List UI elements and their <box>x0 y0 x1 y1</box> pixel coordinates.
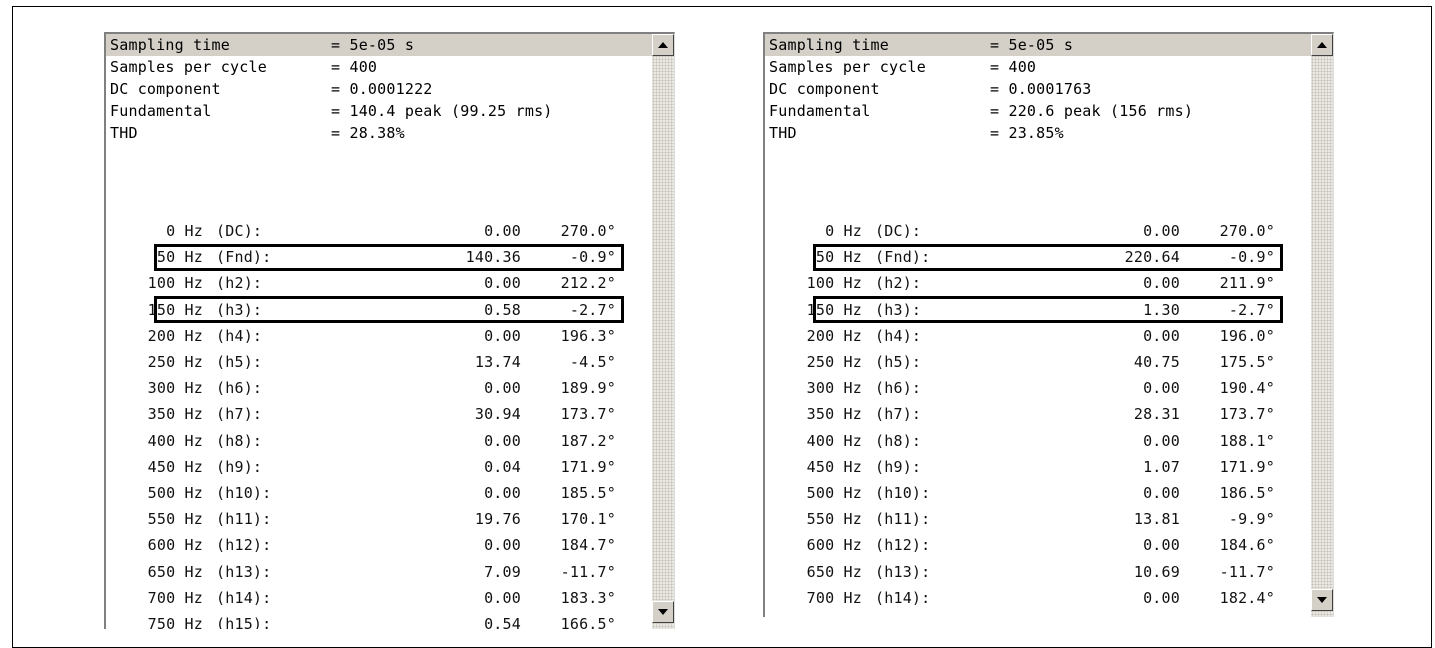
harmonic-phase: 173.7° <box>1219 405 1275 424</box>
summary-label: THD <box>110 124 138 142</box>
harmonic-phase: 173.7° <box>560 405 616 424</box>
harmonic-row: 0 Hz (DC): 0.00 270.0° <box>106 218 652 244</box>
fft-results-text-left: Sampling time = 5e-05 s Samples per cycle =… <box>106 34 652 629</box>
harmonic-phase: -13.5° <box>765 611 1275 617</box>
harmonic-phase: 196.0° <box>1219 326 1275 345</box>
scroll-down-button[interactable] <box>1311 589 1333 611</box>
harmonic-row: 400 Hz (h8): 0.00 187.2° <box>106 428 652 454</box>
harmonic-phase: 189.9° <box>560 379 616 398</box>
summary-label: Fundamental <box>769 102 871 120</box>
summary-value: = 0.0001222 <box>331 80 433 98</box>
harmonic-row: 450 Hz (h9): 0.04 171.9° <box>106 454 652 480</box>
harmonic-phase: 171.9° <box>560 457 616 476</box>
harmonic-phase: -9.9° <box>1228 510 1275 529</box>
harmonic-phase: 196.3° <box>560 326 616 345</box>
harmonic-phase: 212.2° <box>560 274 616 293</box>
harmonic-row: 350 Hz (h7): 28.31 173.7° <box>765 401 1311 427</box>
summary-value: = 400 <box>331 58 378 76</box>
harmonic-row: 250 Hz (h5): 13.74 -4.5° <box>106 349 652 375</box>
harmonic-phase: 183.3° <box>560 588 616 607</box>
vertical-scrollbar[interactable] <box>652 34 674 629</box>
harmonic-phase: 184.7° <box>560 536 616 555</box>
harmonic-phase: -4.5° <box>569 353 616 371</box>
summary-value: = 0.0001763 <box>990 80 1092 98</box>
harmonic-row: 450 Hz (h9): 1.07 171.9° <box>765 454 1311 480</box>
harmonic-row: 750 Hz (h15): 0.54 166.5° <box>106 611 652 629</box>
vertical-scrollbar[interactable] <box>1311 34 1333 617</box>
scroll-up-arrow-icon <box>1317 42 1327 48</box>
highlight-box <box>154 243 624 271</box>
harmonic-phase: 187.2° <box>560 431 616 450</box>
summary-value: = 5e-05 s <box>331 36 415 54</box>
harmonic-row: 200 Hz (h4): 0.00 196.0° <box>765 323 1311 349</box>
harmonic-row: 750 Hz(h15):0.65-13.5° <box>765 611 1311 617</box>
summary-value: = 220.6 peak (156 rms) <box>990 102 1194 120</box>
fft-results-panel-right[interactable]: Sampling time = 5e-05 s Samples per cycle =… <box>763 32 1334 617</box>
fft-results-text-right: Sampling time = 5e-05 s Samples per cycle =… <box>765 34 1311 617</box>
summary-label: Fundamental <box>110 102 212 120</box>
harmonic-phase: 182.4° <box>1219 588 1275 607</box>
summary-label: DC component <box>769 80 880 98</box>
harmonic-phase: 211.9° <box>1219 274 1275 293</box>
harmonic-phase: 170.1° <box>560 510 616 529</box>
harmonic-row: 200 Hz (h4): 0.00 196.3° <box>106 323 652 349</box>
harmonic-phase: 270.0° <box>560 222 616 240</box>
summary-value: = 140.4 peak (99.25 rms) <box>331 102 553 120</box>
harmonic-row: 0 Hz (DC): 0.00 270.0° <box>765 218 1311 244</box>
summary-value: = 28.38% <box>331 124 405 142</box>
harmonic-phase: 166.5° <box>560 615 616 629</box>
harmonic-phase: 184.6° <box>1219 536 1275 555</box>
harmonic-row: 650 Hz (h13): 7.09 -11.7° <box>106 559 652 585</box>
fft-results-panel-left[interactable]: Sampling time = 5e-05 s Samples per cycle =… <box>104 32 675 629</box>
harmonic-row: 100 Hz (h2): 0.00 211.9° <box>765 270 1311 296</box>
harmonic-row: 650 Hz (h13): 10.69 -11.7° <box>765 559 1311 585</box>
harmonic-phase: 171.9° <box>1219 457 1275 476</box>
highlight-box <box>813 243 1283 271</box>
summary-label: Samples per cycle <box>769 58 926 76</box>
harmonic-row: 550 Hz (h11): 19.76 170.1° <box>106 506 652 532</box>
harmonic-phase: 185.5° <box>560 484 616 502</box>
harmonic-row: 700 Hz (h14): 0.00 183.3° <box>106 585 652 611</box>
scroll-down-button[interactable] <box>652 601 674 623</box>
summary-label: DC component <box>110 80 221 98</box>
harmonic-row: 250 Hz (h5): 40.75 175.5° <box>765 349 1311 375</box>
harmonic-row: 100 Hz (h2): 0.00 212.2° <box>106 270 652 296</box>
highlight-box <box>813 296 1283 324</box>
scroll-down-arrow-icon <box>658 609 668 615</box>
harmonic-phase: 175.5° <box>1219 353 1275 371</box>
harmonic-row: 700 Hz (h14): 0.00 182.4° <box>765 585 1311 611</box>
harmonic-phase: -11.7° <box>560 562 616 581</box>
scroll-up-button[interactable] <box>652 34 674 56</box>
harmonic-row: 300 Hz (h6): 0.00 190.4° <box>765 375 1311 401</box>
harmonic-phase: 270.0° <box>1219 222 1275 240</box>
summary-label: Sampling time <box>110 36 230 54</box>
harmonic-row: 400 Hz (h8): 0.00 188.1° <box>765 428 1311 454</box>
harmonic-row: 500 Hz (h10): 0.00 186.5° <box>765 480 1311 506</box>
scroll-up-arrow-icon <box>658 42 668 48</box>
harmonic-row: 550 Hz (h11): 13.81 -9.9° <box>765 506 1311 532</box>
harmonic-phase: 188.1° <box>1219 431 1275 450</box>
summary-value: = 5e-05 s <box>990 36 1074 54</box>
harmonic-phase: 186.5° <box>1219 484 1275 502</box>
harmonic-row: 600 Hz (h12): 0.00 184.7° <box>106 532 652 558</box>
summary-label: Sampling time <box>769 36 889 54</box>
harmonic-row: 600 Hz (h12): 0.00 184.6° <box>765 532 1311 558</box>
summary-value: = 23.85% <box>990 124 1064 142</box>
summary-label: Samples per cycle <box>110 58 267 76</box>
scroll-up-button[interactable] <box>1311 34 1333 56</box>
highlight-box <box>154 296 624 324</box>
harmonic-phase: -11.7° <box>1219 562 1275 581</box>
harmonic-row: 350 Hz (h7): 30.94 173.7° <box>106 401 652 427</box>
summary-value: = 400 <box>990 58 1037 76</box>
summary-label: THD <box>769 124 797 142</box>
scroll-down-arrow-icon <box>1317 597 1327 603</box>
harmonic-row: 500 Hz (h10): 0.00 185.5° <box>106 480 652 506</box>
harmonic-row: 300 Hz (h6): 0.00 189.9° <box>106 375 652 401</box>
harmonic-phase: 190.4° <box>1219 379 1275 398</box>
